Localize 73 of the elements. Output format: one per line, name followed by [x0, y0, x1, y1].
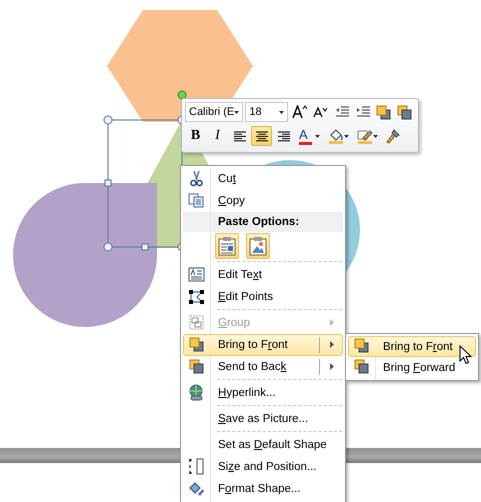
font-size-field[interactable]: 18 — [245, 102, 288, 122]
font-size-value: 18 — [249, 106, 262, 118]
menu-item[interactable]: Copy — [183, 190, 343, 212]
font-field[interactable]: Calibri (E — [185, 102, 244, 122]
menu-item-label: Bring to Front — [383, 340, 453, 352]
menu-item[interactable]: Bring Forward — [348, 357, 476, 378]
menu-item[interactable]: Cut — [183, 168, 343, 190]
send-to-back-icon — [188, 358, 205, 375]
menu-item-label: Size and Position... — [218, 461, 316, 473]
bring-to-front-icon — [375, 104, 392, 120]
bold-button[interactable]: B — [185, 126, 206, 146]
menu-item[interactable]: Hyperlink... — [183, 378, 343, 404]
menu-item[interactable]: Send to Back — [183, 356, 343, 378]
send-to-back-icon — [396, 104, 414, 120]
menu-item[interactable]: Bring to Front — [183, 334, 343, 356]
menu-item-label: Group — [218, 317, 250, 329]
paintbrush-icon — [385, 128, 400, 144]
mouse-pointer-icon — [459, 345, 472, 365]
align-left-icon — [232, 130, 246, 142]
dropdown-caret-icon — [372, 134, 378, 138]
bring-to-front-icon — [353, 337, 370, 354]
font-color-button[interactable]: A — [295, 126, 323, 146]
menu-item-label: Format Shape... — [218, 483, 300, 495]
keep-text-paste-button[interactable] — [215, 233, 239, 259]
clipboard-image-icon — [249, 236, 267, 256]
submenu-arrow-icon — [330, 363, 334, 370]
menu-item[interactable]: Edit Points — [183, 286, 343, 308]
bring-forward-icon — [353, 358, 370, 375]
text-box-icon — [188, 266, 205, 283]
format-shape-icon — [188, 480, 205, 497]
submenu-arrow-icon — [330, 319, 334, 326]
menu-item-label: Send to Back — [218, 361, 286, 373]
menu-item-label: Bring to Front — [218, 339, 288, 351]
dropdown-caret-icon — [344, 134, 348, 138]
dropdown-caret-icon — [315, 135, 320, 138]
clipboard-text-icon — [218, 236, 236, 256]
submenu-arrow-icon — [330, 341, 334, 348]
align-right-icon — [276, 130, 290, 142]
menu-item-label: Save as Picture... — [218, 413, 308, 425]
copy-icon — [188, 192, 205, 209]
dropdown-caret-icon — [278, 110, 284, 114]
increase-indent-icon — [356, 106, 370, 118]
align-center-icon — [254, 130, 268, 142]
edit-points-icon — [188, 288, 205, 305]
menu-item[interactable]: Save as Picture... — [183, 404, 343, 430]
italic-button[interactable]: I — [207, 126, 228, 146]
menu-item-label: Edit Text — [218, 269, 262, 281]
globe-link-icon — [188, 384, 205, 401]
dropdown-caret-icon — [234, 110, 240, 114]
bring-to-front-icon — [188, 336, 205, 353]
pen-icon — [356, 128, 372, 144]
paste-options-header: Paste Options: — [183, 212, 343, 232]
menu-item-label: Hyperlink... — [218, 387, 276, 399]
grow-font-icon — [292, 105, 308, 119]
group-icon — [188, 314, 205, 331]
menu-item[interactable]: Bring to Front — [348, 336, 476, 357]
picture-paste-button[interactable] — [246, 233, 270, 259]
menu-item-label: Bring Forward — [383, 362, 456, 374]
font-value: Calibri (E — [189, 106, 234, 118]
menu-item-label: Edit Points — [218, 291, 273, 303]
menu-item-label: Set as Default Shape — [218, 439, 327, 451]
scissors-icon — [188, 170, 205, 187]
paint-bucket-icon — [328, 128, 344, 144]
decrease-indent-icon — [334, 106, 349, 118]
align-center-button[interactable] — [251, 126, 272, 146]
size-position-icon — [188, 458, 205, 475]
shrink-font-icon — [313, 106, 328, 118]
menu-item[interactable]: Edit Text — [183, 260, 343, 286]
menu-item-label: Copy — [218, 195, 245, 207]
menu-item[interactable]: Format Shape... — [183, 478, 343, 500]
menu-item[interactable]: Set as Default Shape — [183, 430, 343, 456]
menu-item[interactable]: Size and Position... — [183, 456, 343, 478]
menu-item-label: Cut — [218, 173, 236, 185]
